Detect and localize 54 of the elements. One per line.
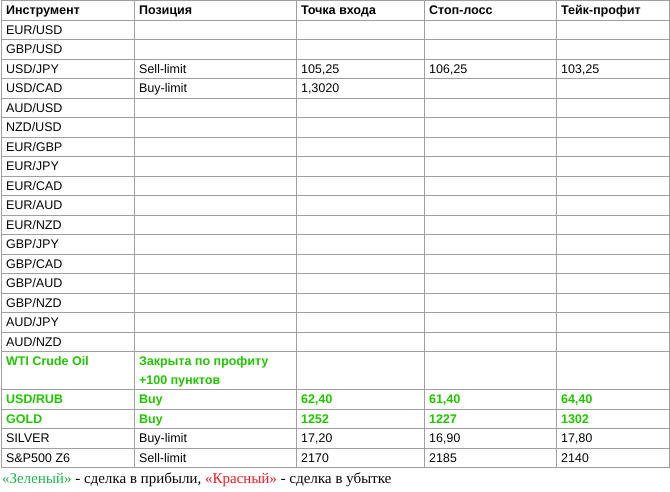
table-cell: WTI Crude Oil [2, 352, 134, 390]
table-cell: Buy [134, 390, 296, 409]
table-cell: 2140 [556, 448, 670, 468]
table-cell: EUR/GBP [2, 137, 134, 156]
table-cell: Sell-limit [134, 448, 296, 468]
column-header: Позиция [134, 0, 296, 20]
table-cell: Buy [134, 409, 296, 428]
table-cell: USD/JPY [2, 59, 134, 78]
table-cell: EUR/NZD [2, 215, 134, 234]
table-cell: 2170 [296, 448, 424, 468]
column-header: Стоп-лосс [424, 0, 556, 20]
legend-label: «Зеленый» [2, 471, 72, 487]
legend-label: «Красный» [204, 471, 277, 487]
table-cell: AUD/USD [2, 98, 134, 118]
table-cell: 62,40 [296, 390, 424, 409]
table-cell: 64,40 [556, 390, 670, 409]
table-cell: EUR/JPY [2, 156, 134, 176]
table-cell: 17,80 [556, 428, 670, 448]
table-cell: GBP/NZD [2, 293, 134, 312]
table-cell: EUR/CAD [2, 176, 134, 196]
column-header: Точка входа [296, 0, 424, 20]
table-cell: NZD/USD [2, 118, 134, 137]
table-cell: S&P500 Z6 [2, 448, 134, 468]
table-cell: 1302 [556, 409, 670, 428]
table-cell: Sell-limit [134, 59, 296, 78]
table-cell: Закрыта по профиту +100 пунктов [134, 352, 296, 390]
table-cell: Buy-limit [134, 78, 296, 98]
table-cell: USD/RUB [2, 390, 134, 409]
table-cell: AUD/JPY [2, 312, 134, 332]
column-header: Инструмент [2, 0, 134, 20]
table-cell: USD/CAD [2, 78, 134, 98]
table-cell: SILVER [2, 428, 134, 448]
table-cell: GBP/JPY [2, 234, 134, 254]
table-cell: GBP/AUD [2, 274, 134, 293]
table-cell: 1252 [296, 409, 424, 428]
table-cell: 16,90 [424, 428, 556, 448]
table-cell: 106,25 [424, 59, 556, 78]
table-cell: GBP/CAD [2, 254, 134, 274]
table-cell: 2185 [424, 448, 556, 468]
table-cell: 61,40 [424, 390, 556, 409]
table-cell: 1227 [424, 409, 556, 428]
legend-text: - сделка в прибыли, [74, 471, 202, 487]
table-cell: 105,25 [296, 59, 424, 78]
table-cell: AUD/NZD [2, 332, 134, 352]
table-cell: GOLD [2, 409, 134, 428]
legend-text: - сделка в убытке [280, 471, 392, 487]
table-cell: EUR/USD [2, 20, 134, 40]
table-cell: EUR/AUD [2, 196, 134, 215]
column-header: Тейк-профит [556, 0, 670, 20]
table-cell: Buy-limit [134, 428, 296, 448]
table-cell: GBP/USD [2, 40, 134, 59]
table-cell: 1,3020 [296, 78, 424, 98]
table-cell: 17,20 [296, 428, 424, 448]
table-cell: 103,25 [556, 59, 670, 78]
